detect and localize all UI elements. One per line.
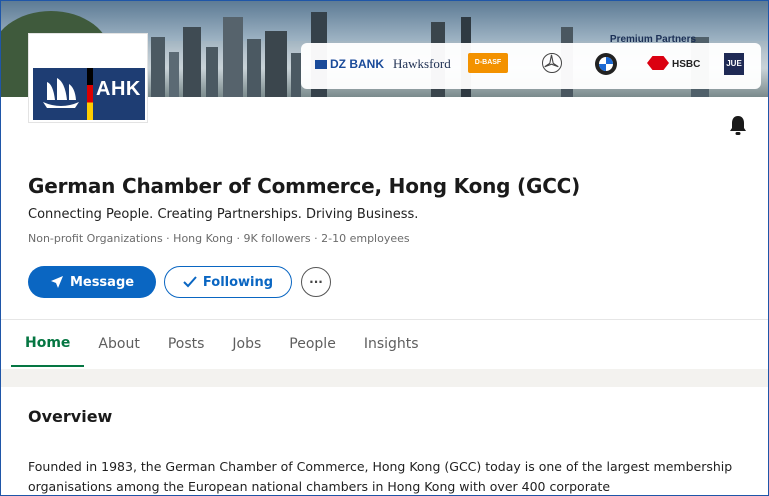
- more-options-button[interactable]: ···: [301, 267, 331, 297]
- company-logo[interactable]: AHK: [28, 33, 148, 123]
- following-button-label: Following: [202, 274, 274, 290]
- company-page: Premium Partners DZ BANK Hawksford D-BAS…: [0, 0, 769, 496]
- logo-text: AHK: [96, 78, 141, 100]
- divider: [1, 319, 768, 320]
- notification-bell-icon[interactable]: [728, 114, 748, 136]
- message-button-label: Message: [69, 274, 135, 290]
- overview-heading: Overview: [28, 407, 113, 426]
- basf-logo: D-BASF: [468, 53, 508, 73]
- page-tabs: Home About Posts Jobs People Insights: [11, 321, 433, 369]
- tab-home[interactable]: Home: [11, 321, 85, 367]
- company-meta: Non-profit Organizations · Hong Kong · 9…: [28, 232, 410, 245]
- tab-people[interactable]: People: [275, 321, 350, 367]
- hawksford-logo: Hawksford: [393, 56, 451, 71]
- tab-jobs[interactable]: Jobs: [218, 321, 275, 367]
- overview-text: Founded in 1983, the German Chamber of C…: [28, 459, 733, 494]
- dz-bank-logo: DZ BANK: [315, 57, 384, 71]
- tab-about[interactable]: About: [84, 321, 153, 367]
- following-button[interactable]: Following: [164, 266, 292, 298]
- section-gap: [1, 369, 768, 387]
- jue-logo: JUE: [724, 53, 744, 75]
- send-icon: [50, 276, 63, 288]
- premium-partners-title: Premium Partners: [609, 34, 697, 45]
- message-button[interactable]: Message: [28, 266, 156, 298]
- tab-posts[interactable]: Posts: [154, 321, 219, 367]
- tab-insights[interactable]: Insights: [350, 321, 433, 367]
- check-icon: [183, 276, 197, 288]
- company-name: German Chamber of Commerce, Hong Kong (G…: [28, 174, 581, 198]
- bmw-logo-icon: [595, 53, 617, 75]
- junk-ship-icon: [43, 78, 79, 108]
- hsbc-logo: HSBC: [647, 56, 700, 70]
- company-tagline: Connecting People. Creating Partnerships…: [28, 207, 419, 222]
- mercedes-logo-icon: [542, 53, 562, 73]
